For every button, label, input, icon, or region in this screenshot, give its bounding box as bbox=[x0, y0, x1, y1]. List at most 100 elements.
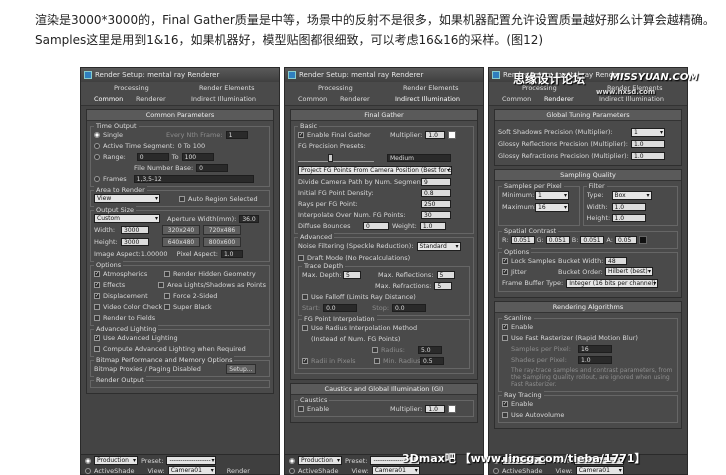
production-radio[interactable] bbox=[85, 457, 91, 464]
min-radius-checkbox[interactable] bbox=[374, 357, 380, 364]
rollout-header[interactable]: Common Parameters bbox=[87, 110, 273, 121]
color-swatch[interactable] bbox=[448, 130, 457, 139]
caustics-enable-checkbox[interactable] bbox=[298, 405, 304, 412]
preset-320x240-button[interactable]: 320x240 bbox=[162, 225, 200, 235]
activeshade-radio[interactable] bbox=[85, 467, 91, 474]
preset-640x480-button[interactable]: 640x480 bbox=[162, 237, 200, 247]
tab-indirect-illumination[interactable]: Indirect Illumination bbox=[395, 95, 460, 103]
project-mode-dropdown[interactable]: Project FG Points From Camera Position (… bbox=[298, 165, 452, 175]
contrast-r-spinner[interactable]: 0.051 bbox=[510, 236, 535, 244]
autovolume-checkbox[interactable] bbox=[502, 411, 508, 418]
bucket-width-spinner[interactable]: 48 bbox=[605, 256, 627, 265]
tab-renderer[interactable]: Renderer bbox=[544, 95, 574, 103]
frames-input[interactable]: 1,3,5-12 bbox=[133, 174, 254, 183]
glossy-reflections-spinner[interactable]: 1.0 bbox=[631, 140, 665, 148]
view-dropdown[interactable]: Camera01 bbox=[371, 466, 420, 474]
rollout-header[interactable]: Sampling Quality bbox=[495, 170, 681, 181]
radius-checkbox[interactable] bbox=[372, 346, 378, 353]
fg-precision-slider[interactable] bbox=[298, 153, 374, 162]
tab-processing[interactable]: Processing bbox=[114, 84, 149, 92]
range-radio[interactable] bbox=[94, 153, 100, 160]
frame-buffer-dropdown[interactable]: Integer (16 bits per channel) bbox=[566, 278, 659, 288]
rollout-header[interactable]: Final Gather bbox=[291, 110, 477, 121]
shades-per-pixel-spinner[interactable]: 1.0 bbox=[578, 355, 612, 364]
area-lights-checkbox[interactable] bbox=[158, 281, 165, 288]
contrast-color-swatch[interactable] bbox=[638, 236, 647, 244]
filter-type-dropdown[interactable]: Box bbox=[611, 190, 652, 200]
radius-interpolation-checkbox[interactable] bbox=[302, 324, 308, 331]
height-spinner[interactable]: 3000 bbox=[121, 238, 149, 246]
width-spinner[interactable]: 3000 bbox=[121, 226, 149, 234]
tab-renderer[interactable]: Renderer bbox=[340, 95, 370, 103]
video-color-check-checkbox[interactable] bbox=[94, 303, 100, 310]
contrast-g-spinner[interactable]: 0.051 bbox=[545, 236, 570, 244]
interpolate-spinner[interactable]: 30 bbox=[421, 210, 451, 219]
auto-region-checkbox[interactable] bbox=[179, 195, 185, 202]
compute-advanced-lighting-checkbox[interactable] bbox=[94, 345, 100, 352]
diffuse-bounces-spinner[interactable]: 0 bbox=[363, 221, 389, 230]
view-dropdown[interactable]: Camera01 bbox=[167, 466, 216, 474]
effects-checkbox[interactable]: ✓ bbox=[94, 281, 100, 288]
every-nth-input[interactable]: 1 bbox=[225, 130, 248, 139]
mode-dropdown[interactable]: Production bbox=[94, 456, 138, 465]
ray-tracing-enable-checkbox[interactable]: ✓ bbox=[502, 400, 508, 407]
start-spinner[interactable]: 0.0 bbox=[323, 303, 358, 312]
preset-800x600-button[interactable]: 800x600 bbox=[203, 237, 241, 247]
production-radio[interactable] bbox=[289, 457, 295, 464]
use-falloff-checkbox[interactable] bbox=[302, 293, 308, 300]
filter-height-spinner[interactable]: 1.0 bbox=[611, 213, 646, 222]
tab-common[interactable]: Common bbox=[298, 95, 327, 103]
lock-samples-checkbox[interactable]: ✓ bbox=[502, 257, 508, 264]
tab-common[interactable]: Common bbox=[502, 95, 531, 103]
weight-spinner[interactable]: 1.0 bbox=[419, 221, 446, 230]
super-black-checkbox[interactable] bbox=[164, 303, 170, 310]
contrast-a-spinner[interactable]: 0.05 bbox=[614, 236, 637, 244]
atmospherics-checkbox[interactable]: ✓ bbox=[94, 270, 100, 277]
aperture-input[interactable]: 36.0 bbox=[239, 214, 260, 223]
multiplier-spinner[interactable]: 1.0 bbox=[425, 130, 446, 139]
enable-final-gather-checkbox[interactable]: ✓ bbox=[298, 131, 304, 138]
frames-radio[interactable] bbox=[94, 175, 100, 182]
force-2sided-checkbox[interactable] bbox=[164, 292, 170, 299]
rollout-header[interactable]: Caustics and Global Illumination (GI) bbox=[291, 384, 477, 395]
activeshade-radio[interactable] bbox=[289, 467, 295, 474]
pixel-aspect-input[interactable]: 1.0 bbox=[220, 249, 243, 258]
displacement-checkbox[interactable]: ✓ bbox=[94, 292, 100, 299]
fast-rasterizer-checkbox[interactable] bbox=[502, 334, 508, 341]
view-dropdown[interactable]: Camera01 bbox=[575, 466, 624, 474]
soft-shadows-dropdown[interactable]: 1 bbox=[631, 127, 665, 137]
stop-spinner[interactable]: 0.0 bbox=[392, 303, 427, 312]
range-to-input[interactable]: 100 bbox=[181, 152, 214, 161]
max-depth-spinner[interactable]: 5 bbox=[343, 270, 361, 279]
mode-dropdown[interactable]: Production bbox=[298, 456, 342, 465]
active-segment-radio[interactable] bbox=[94, 142, 100, 149]
preset-dropdown[interactable]: ------------------- bbox=[166, 456, 217, 465]
noise-filtering-dropdown[interactable]: Standard bbox=[416, 241, 461, 251]
glossy-refractions-spinner[interactable]: 1.0 bbox=[631, 152, 665, 160]
max-refractions-spinner[interactable]: 5 bbox=[434, 281, 453, 290]
bucket-order-dropdown[interactable]: Hilbert (best) bbox=[605, 267, 653, 276]
render-button[interactable]: Render bbox=[227, 467, 250, 475]
activeshade-radio[interactable] bbox=[493, 467, 499, 474]
color-swatch[interactable] bbox=[448, 404, 457, 413]
hidden-geometry-checkbox[interactable] bbox=[164, 270, 170, 277]
output-preset-dropdown[interactable]: Custom bbox=[94, 214, 160, 223]
setup-button[interactable]: Setup... bbox=[225, 363, 256, 374]
rollout-header[interactable]: Rendering Algorithms bbox=[495, 302, 681, 313]
max-reflections-spinner[interactable]: 5 bbox=[436, 270, 455, 279]
min-radius-spinner[interactable]: 0.5 bbox=[420, 356, 444, 365]
minimum-samples-dropdown[interactable]: 1 bbox=[535, 190, 569, 200]
caustics-multiplier-spinner[interactable]: 1.0 bbox=[425, 404, 446, 413]
tab-common[interactable]: Common bbox=[94, 95, 123, 103]
radius-spinner[interactable]: 5.0 bbox=[418, 345, 442, 354]
range-from-input[interactable]: 0 bbox=[136, 152, 169, 161]
tab-indirect-illumination[interactable]: Indirect Illumination bbox=[191, 95, 256, 103]
fast-samples-dropdown[interactable]: 16 bbox=[578, 344, 612, 353]
tab-render-elements[interactable]: Render Elements bbox=[403, 84, 459, 92]
tab-render-elements[interactable]: Render Elements bbox=[199, 84, 255, 92]
file-number-input[interactable]: 0 bbox=[196, 163, 229, 172]
contrast-b-spinner[interactable]: 0.051 bbox=[580, 236, 605, 244]
rollout-header[interactable]: Global Tuning Parameters bbox=[495, 110, 681, 121]
render-to-fields-checkbox[interactable] bbox=[94, 314, 100, 321]
filter-width-spinner[interactable]: 1.0 bbox=[611, 202, 646, 211]
